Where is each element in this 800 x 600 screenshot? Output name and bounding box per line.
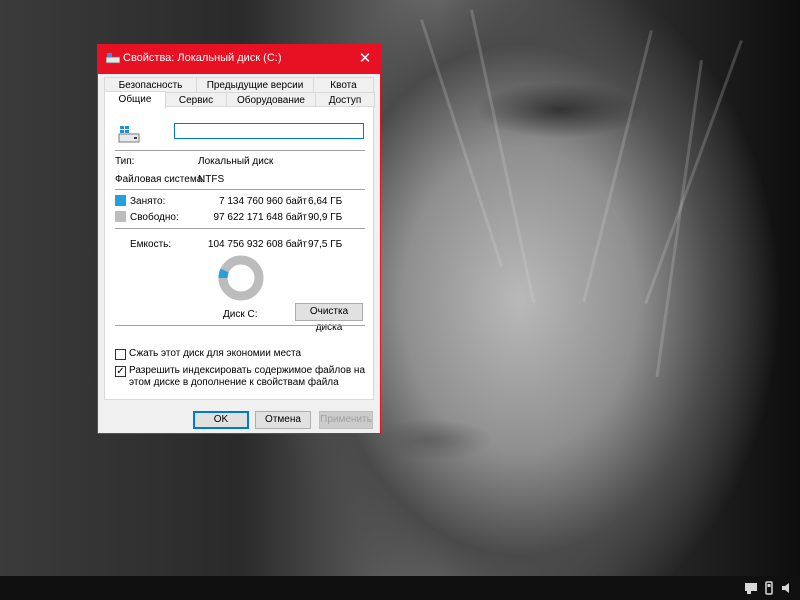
filesystem-value: NTFS — [198, 174, 225, 185]
used-space-swatch — [115, 195, 126, 206]
type-label: Тип: — [115, 156, 135, 167]
used-bytes: 7 134 760 960 байт — [219, 196, 307, 207]
tab-previous-versions[interactable]: Предыдущие версии — [196, 77, 314, 93]
window-title: Свойства: Локальный диск (C:) — [123, 52, 282, 64]
used-label: Занято: — [130, 196, 166, 207]
cancel-button[interactable]: Отмена — [255, 411, 311, 429]
apply-button[interactable]: Применить — [319, 411, 373, 429]
capacity-size: 97,5 ГБ — [308, 239, 343, 250]
tab-quota[interactable]: Квота — [313, 77, 374, 93]
free-label: Свободно: — [130, 212, 179, 223]
usb-drive-icon[interactable] — [762, 581, 776, 595]
type-value: Локальный диск — [198, 156, 274, 167]
free-space-ring — [218, 255, 264, 301]
disk-usage-donut — [218, 255, 264, 301]
free-bytes: 97 622 171 648 байт — [213, 212, 307, 223]
separator — [115, 228, 365, 229]
capacity-label: Емкость: — [130, 239, 172, 250]
volume-icon[interactable] — [780, 581, 794, 595]
index-checkbox[interactable]: ✓ — [115, 366, 126, 377]
tab-general[interactable]: Общие — [104, 91, 166, 109]
ok-button[interactable]: OK — [193, 411, 249, 429]
compress-label: Сжать этот диск для экономии места — [129, 348, 302, 359]
free-size: 90,9 ГБ — [308, 212, 343, 223]
separator — [115, 189, 365, 190]
index-label: Разрешить индексировать содержимое файло… — [129, 365, 366, 388]
compress-checkbox[interactable] — [115, 349, 126, 360]
title-bar[interactable]: Свойства: Локальный диск (C:) ✕ — [98, 45, 380, 74]
drive-properties-icon — [105, 53, 121, 65]
disk-label: Диск C: — [223, 309, 258, 320]
capacity-bytes: 104 756 932 608 байт — [207, 239, 307, 250]
drive-name-input[interactable] — [174, 123, 364, 139]
properties-dialog: Свойства: Локальный диск (C:) ✕ Безопасн… — [97, 44, 381, 434]
action-center-icon[interactable] — [744, 581, 758, 595]
used-size: 6,64 ГБ — [308, 196, 343, 207]
separator — [115, 325, 365, 326]
local-disk-icon — [117, 125, 141, 145]
close-button[interactable]: ✕ — [350, 45, 380, 74]
disk-cleanup-button[interactable]: Очистка диска — [295, 303, 363, 333]
separator — [115, 150, 365, 151]
filesystem-label: Файловая система: — [115, 174, 206, 185]
taskbar — [0, 576, 800, 600]
free-space-swatch — [115, 211, 126, 222]
general-tab-panel: Тип: Локальный диск Файловая система: NT… — [104, 106, 374, 400]
